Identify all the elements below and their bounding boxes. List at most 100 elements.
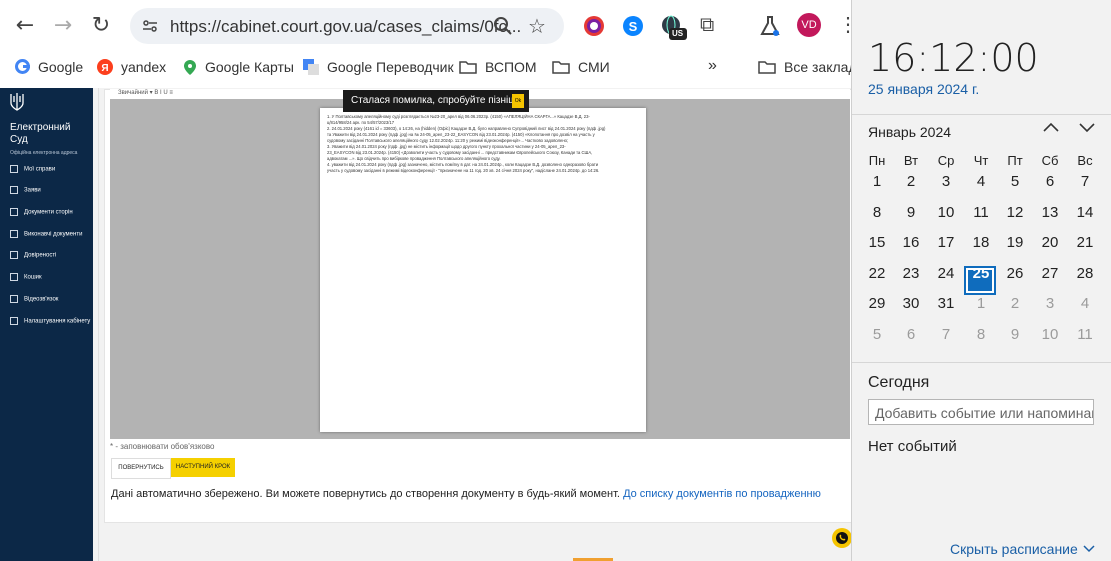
vpn-globe-icon[interactable]: US — [660, 14, 687, 40]
weekday-label: Вт — [903, 153, 919, 168]
add-event-input[interactable]: Добавить событие или напоминание — [868, 399, 1094, 425]
sidebar-item-trash[interactable]: Кошик — [10, 273, 42, 281]
calendar-day[interactable]: 11 — [1068, 326, 1102, 343]
vpn-badge: US — [672, 29, 684, 38]
calendar-day[interactable]: 6 — [1033, 173, 1067, 190]
calendar-day[interactable]: 17 — [929, 234, 963, 251]
calendar-day[interactable]: 10 — [1033, 326, 1067, 343]
prev-month-chevron-up-icon[interactable] — [1042, 120, 1060, 139]
calendar-day[interactable]: 16 — [894, 234, 928, 251]
error-toast: Сталася помилка, спробуйте пізніше. Ok — [343, 90, 529, 112]
document-page[interactable]: 1. У Полтавському апеляційному суді розг… — [320, 108, 646, 432]
calendar-day[interactable]: 22 — [860, 265, 894, 282]
documents-list-link[interactable]: До списку документів по провадженню — [623, 488, 821, 500]
yandex-icon: Я — [97, 59, 113, 78]
calendar-day[interactable]: 26 — [998, 265, 1032, 282]
calendar-day[interactable]: 5 — [998, 173, 1032, 190]
calendar-day[interactable]: 19 — [998, 234, 1032, 251]
shazam-icon[interactable]: S — [621, 14, 645, 38]
bookmark-yandex[interactable]: Яyandex — [97, 59, 166, 78]
toast-ok-button[interactable]: Ok — [512, 94, 524, 108]
next-step-button[interactable]: НАСТУПНИЙ КРОК — [171, 458, 235, 477]
sidebar-title: Електронний Суд — [10, 122, 71, 145]
calendar-day[interactable]: 7 — [929, 326, 963, 343]
url-text[interactable]: https://cabinet.court.gov.ua/cases_claim… — [170, 17, 521, 37]
color-picker-extension-icon[interactable] — [582, 14, 606, 38]
hide-schedule-button[interactable]: Скрыть расписание — [950, 541, 1096, 557]
calendar-day[interactable]: 9 — [998, 326, 1032, 343]
bookmark-google-translate[interactable]: Google Переводчик — [303, 59, 454, 78]
calendar-day[interactable]: 23 — [894, 265, 928, 282]
weekday-label: Чт — [973, 153, 989, 168]
bookmark-all-folder[interactable]: Все закладк — [758, 59, 863, 77]
calendar-day[interactable]: 20 — [1033, 234, 1067, 251]
sidebar-item-claims[interactable]: Заяви — [10, 186, 41, 194]
calendar-day[interactable]: 2 — [998, 295, 1032, 312]
calendar-day[interactable]: 8 — [860, 204, 894, 221]
maps-pin-icon — [183, 59, 197, 78]
back-icon[interactable]: ← — [10, 11, 40, 41]
forward-icon[interactable]: → — [48, 11, 78, 41]
address-bar[interactable]: https://cabinet.court.gov.ua/cases_claim… — [130, 8, 564, 44]
calendar-day[interactable]: 6 — [894, 326, 928, 343]
chevron-down-icon — [1083, 545, 1095, 553]
sidebar-item-powers-of-attorney[interactable]: Довіреності — [10, 251, 56, 259]
search-icon[interactable] — [493, 16, 513, 41]
calendar-day[interactable]: 5 — [860, 326, 894, 343]
calendar-day[interactable]: 1 — [860, 173, 894, 190]
calendar-day[interactable]: 15 — [860, 234, 894, 251]
calendar-day[interactable]: 10 — [929, 204, 963, 221]
sidebar-item-party-documents[interactable]: Документи сторін — [10, 208, 73, 216]
support-call-button[interactable] — [832, 528, 852, 548]
reload-icon[interactable]: ↻ — [86, 11, 116, 41]
calendar-day[interactable]: 8 — [964, 326, 998, 343]
calendar-day[interactable]: 13 — [1033, 204, 1067, 221]
calendar-day[interactable]: 3 — [1033, 295, 1067, 312]
calendar-day[interactable]: 30 — [894, 295, 928, 312]
calendar-flyout: 16:12:00 25 января 2024 г. Январь 2024 П… — [851, 0, 1111, 561]
calendar-day[interactable]: 28 — [1068, 265, 1102, 282]
calendar-day[interactable]: 18 — [964, 234, 998, 251]
calendar-day[interactable]: 29 — [860, 295, 894, 312]
calendar-month-label[interactable]: Январь 2024 — [868, 124, 951, 140]
bookmark-folder-smi[interactable]: СМИ — [552, 59, 610, 77]
calendar-day[interactable]: 12 — [998, 204, 1032, 221]
video-icon — [10, 295, 18, 303]
calendar-day[interactable]: 11 — [964, 204, 998, 221]
calendar-day[interactable]: 31 — [929, 295, 963, 312]
calendar-day[interactable]: 27 — [1033, 265, 1067, 282]
calendar-day[interactable]: 4 — [964, 173, 998, 190]
calendar-day[interactable]: 2 — [894, 173, 928, 190]
bookmark-folder-vspom[interactable]: ВСПОМ — [459, 59, 537, 77]
profile-avatar[interactable]: VD — [797, 13, 821, 37]
extensions-puzzle-icon[interactable]: ⧉ — [700, 14, 724, 38]
calendar-day[interactable]: 7 — [1068, 173, 1102, 190]
calendar-day[interactable]: 14 — [1068, 204, 1102, 221]
trident-logo-icon — [10, 92, 24, 112]
calendar-day[interactable]: 24 — [929, 265, 963, 282]
calendar-day[interactable]: 21 — [1068, 234, 1102, 251]
stack-icon — [10, 230, 18, 238]
sidebar-item-enforcement-documents[interactable]: Виконавчі документи — [10, 230, 82, 238]
calendar-day[interactable]: 3 — [929, 173, 963, 190]
site-settings-icon[interactable] — [142, 18, 158, 34]
clock-date[interactable]: 25 января 2024 г. — [868, 81, 979, 97]
sidebar-item-video[interactable]: Відеозв'язок — [10, 295, 58, 303]
bookmark-google[interactable]: Google — [15, 59, 83, 77]
weekday-label: Пн — [868, 153, 886, 168]
next-month-chevron-down-icon[interactable] — [1078, 120, 1096, 139]
back-button[interactable]: ПОВЕРНУТИСЬ — [111, 458, 171, 479]
calendar-day[interactable]: 1 — [964, 295, 998, 312]
bookmark-google-maps[interactable]: Google Карты — [183, 59, 294, 78]
documents-icon — [10, 208, 18, 216]
star-icon[interactable]: ☆ — [528, 14, 546, 38]
calendar-day[interactable]: 4 — [1068, 295, 1102, 312]
calendar-day[interactable]: 9 — [894, 204, 928, 221]
doc-line: участь у судовому засіданні в режимі від… — [327, 168, 600, 173]
calendar-day-today[interactable]: 25 — [964, 265, 998, 282]
more-bookmarks-chevron-icon[interactable]: » — [708, 57, 717, 75]
today-heading: Сегодня — [868, 374, 930, 391]
sidebar-item-my-cases[interactable]: Мої справи — [10, 165, 55, 173]
sidebar-item-settings[interactable]: Налаштування кабінету — [10, 317, 90, 325]
labs-flask-icon[interactable] — [758, 14, 782, 38]
